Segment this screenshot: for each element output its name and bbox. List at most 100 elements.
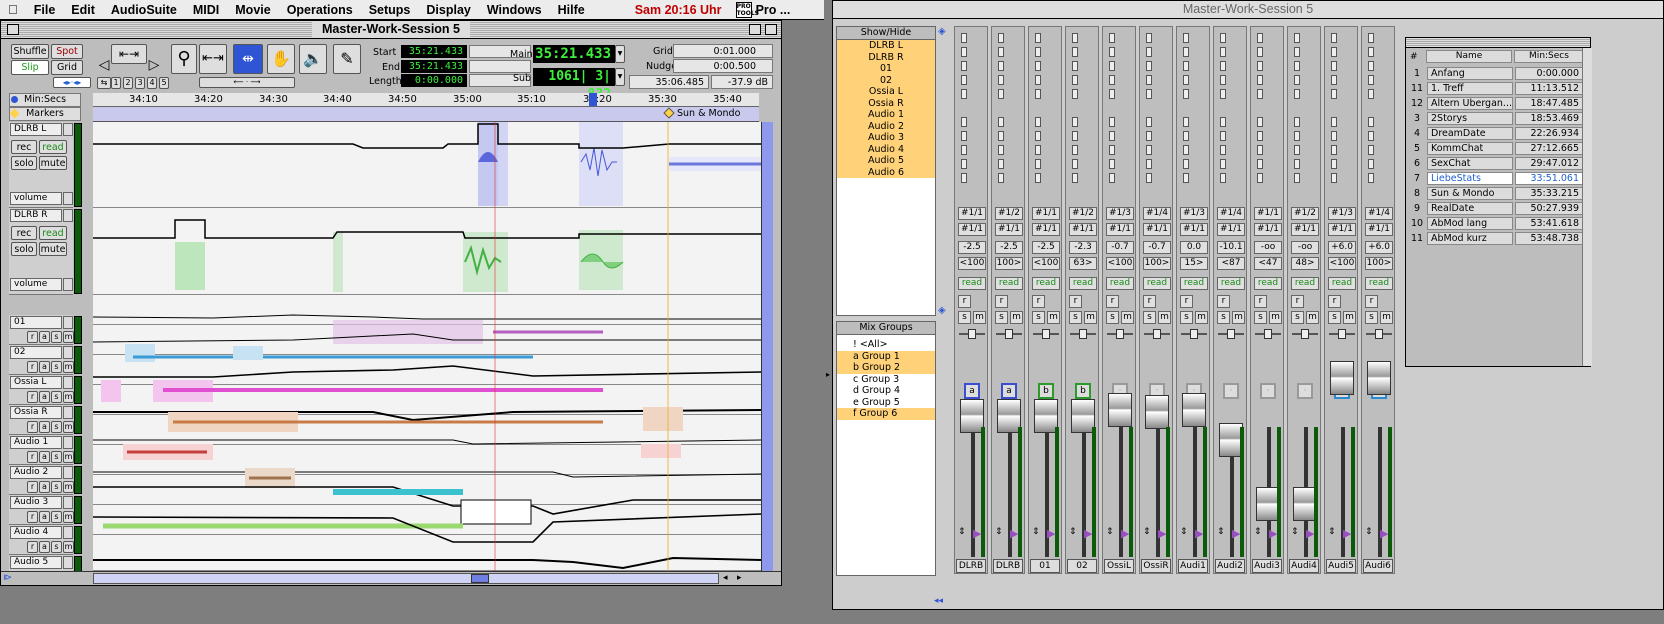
send-slot[interactable] xyxy=(1183,117,1189,127)
memory-location-time[interactable]: 33:51.061 xyxy=(1515,172,1583,185)
track-name[interactable]: Audio 3 xyxy=(10,496,62,509)
pencil-tool-icon[interactable]: ✎ xyxy=(333,44,361,74)
memory-location-row[interactable]: 5 KommChat 27:12.665 xyxy=(1409,141,1583,156)
zoom-preset-5[interactable]: 5 xyxy=(159,77,169,89)
rec-button[interactable]: r xyxy=(1254,295,1267,308)
show-hide-item[interactable]: Audio 5 xyxy=(837,155,935,167)
send-slot[interactable] xyxy=(1294,117,1300,127)
output-selector[interactable]: #1/1 xyxy=(1180,223,1208,236)
insert-slot[interactable] xyxy=(1331,75,1337,85)
insert-slot[interactable] xyxy=(1109,75,1115,85)
mix-group-item[interactable]: e Group 5 xyxy=(837,397,935,409)
track-mute-button[interactable]: m xyxy=(63,451,74,463)
rec-button[interactable]: r xyxy=(995,295,1008,308)
mute-button[interactable]: m xyxy=(1343,311,1356,324)
track-menu-icon[interactable] xyxy=(63,123,73,136)
send-slot[interactable] xyxy=(998,159,1004,169)
track-solo-button[interactable]: s xyxy=(51,331,62,343)
pan-knob-icon[interactable] xyxy=(1042,329,1050,339)
track-mute-button[interactable]: m xyxy=(63,361,74,373)
insert-slot[interactable] xyxy=(1257,75,1263,85)
memory-location-name[interactable]: AbMod kurz xyxy=(1427,232,1513,245)
send-slot[interactable] xyxy=(961,131,967,141)
input-selector[interactable]: #1/4 xyxy=(1217,207,1245,220)
memory-marker-icon[interactable] xyxy=(663,107,675,119)
insert-slot[interactable] xyxy=(1109,47,1115,57)
mix-group-item[interactable]: b Group 2 xyxy=(837,362,935,374)
rec-enable-button[interactable]: rec xyxy=(11,140,37,154)
insert-slot[interactable] xyxy=(1183,33,1189,43)
insert-slot[interactable] xyxy=(1368,33,1374,43)
playhead-marker-icon[interactable] xyxy=(589,93,597,106)
track-solo-button[interactable]: s xyxy=(51,361,62,373)
ruler-selector-icon[interactable] xyxy=(11,96,18,103)
length-field[interactable]: 0:00.000 xyxy=(401,74,467,87)
show-hide-item[interactable]: 02 xyxy=(837,74,935,86)
voice-selector-icon[interactable]: ⇕ xyxy=(1365,527,1373,539)
track-mute-button[interactable]: m xyxy=(63,511,74,523)
automation-mode-button[interactable]: read xyxy=(1180,277,1208,290)
send-slot[interactable] xyxy=(1072,159,1078,169)
track-name[interactable]: Audio 2 xyxy=(10,466,62,479)
grabber-tool-icon[interactable]: ✋ xyxy=(267,44,295,74)
automation-mode-button[interactable]: read xyxy=(1217,277,1245,290)
mute-button[interactable]: m xyxy=(1084,311,1097,324)
insert-slot[interactable] xyxy=(1183,61,1189,71)
track-rec-button[interactable]: r xyxy=(27,451,38,463)
insert-slot[interactable] xyxy=(1109,61,1115,71)
pan-knob-icon[interactable] xyxy=(1116,329,1124,339)
zoomer-tool-icon[interactable]: ⚲ xyxy=(171,44,197,74)
automation-mode-button[interactable]: read xyxy=(1365,277,1393,290)
menu-setups[interactable]: Setups xyxy=(361,3,419,17)
insert-slot[interactable] xyxy=(1072,89,1078,99)
pan-readout[interactable]: <100 xyxy=(1106,257,1134,270)
track-name[interactable]: DLRB R xyxy=(10,209,62,222)
track-rec-button[interactable]: r xyxy=(27,331,38,343)
memory-location-time[interactable]: 0:00.000 xyxy=(1515,67,1583,80)
memory-location-row[interactable]: 10 AbMod lang 53:41.618 xyxy=(1409,216,1583,231)
memory-location-time[interactable]: 29:47.012 xyxy=(1515,157,1583,170)
expand-icon[interactable]: ⧐ xyxy=(3,573,15,584)
track-mute-button[interactable]: m xyxy=(63,481,74,493)
input-selector[interactable]: #1/3 xyxy=(1328,207,1356,220)
pan-readout[interactable]: 100> xyxy=(1365,257,1393,270)
zoom-preset-1[interactable]: 1 xyxy=(111,77,121,89)
shuffle-mode-button[interactable]: Shuffle xyxy=(11,44,49,59)
mix-groups-header[interactable]: Mix Groups xyxy=(837,322,935,335)
send-slot[interactable] xyxy=(1220,117,1226,127)
insert-slot[interactable] xyxy=(1257,89,1263,99)
insert-slot[interactable] xyxy=(1331,61,1337,71)
send-slot[interactable] xyxy=(1368,159,1374,169)
send-slot[interactable] xyxy=(1146,145,1152,155)
send-slot[interactable] xyxy=(961,159,967,169)
send-slot[interactable] xyxy=(1220,145,1226,155)
collapse-box-icon[interactable] xyxy=(765,24,777,35)
memory-location-time[interactable]: 53:48.738 xyxy=(1515,232,1583,245)
insert-slot[interactable] xyxy=(1368,47,1374,57)
send-slot[interactable] xyxy=(1331,117,1337,127)
show-hide-header[interactable]: Show/Hide xyxy=(837,27,935,40)
memory-locations-titlebar[interactable] xyxy=(1406,38,1590,48)
rec-button[interactable]: r xyxy=(958,295,971,308)
track-name[interactable]: Audio 5 xyxy=(10,556,62,569)
grid-value-field[interactable]: 0:01.000 xyxy=(673,44,773,58)
automation-mode-button[interactable]: read xyxy=(1106,277,1134,290)
track-name[interactable]: Ossia L xyxy=(10,376,62,389)
send-slot[interactable] xyxy=(1257,117,1263,127)
menu-audiosuite[interactable]: AudioSuite xyxy=(103,3,185,17)
channel-name[interactable]: Audi1 xyxy=(1178,559,1208,573)
memory-location-row[interactable]: 6 SexChat 29:47.012 xyxy=(1409,156,1583,171)
rec-button[interactable]: r xyxy=(1180,295,1193,308)
send-slot[interactable] xyxy=(1331,159,1337,169)
memory-location-name[interactable]: SexChat xyxy=(1427,157,1513,170)
memory-location-time[interactable]: 18:53.469 xyxy=(1515,112,1583,125)
send-slot[interactable] xyxy=(1294,159,1300,169)
scroll-right-icon[interactable]: ▸ xyxy=(737,573,749,584)
send-slot[interactable] xyxy=(1109,145,1115,155)
insert-slot[interactable] xyxy=(1257,47,1263,57)
insert-slot[interactable] xyxy=(1183,75,1189,85)
insert-slot[interactable] xyxy=(1035,75,1041,85)
track-auto-button[interactable]: a xyxy=(39,481,50,493)
memory-location-row[interactable]: 11 1. Treff 11:13.512 xyxy=(1409,81,1583,96)
insert-slot[interactable] xyxy=(1035,61,1041,71)
